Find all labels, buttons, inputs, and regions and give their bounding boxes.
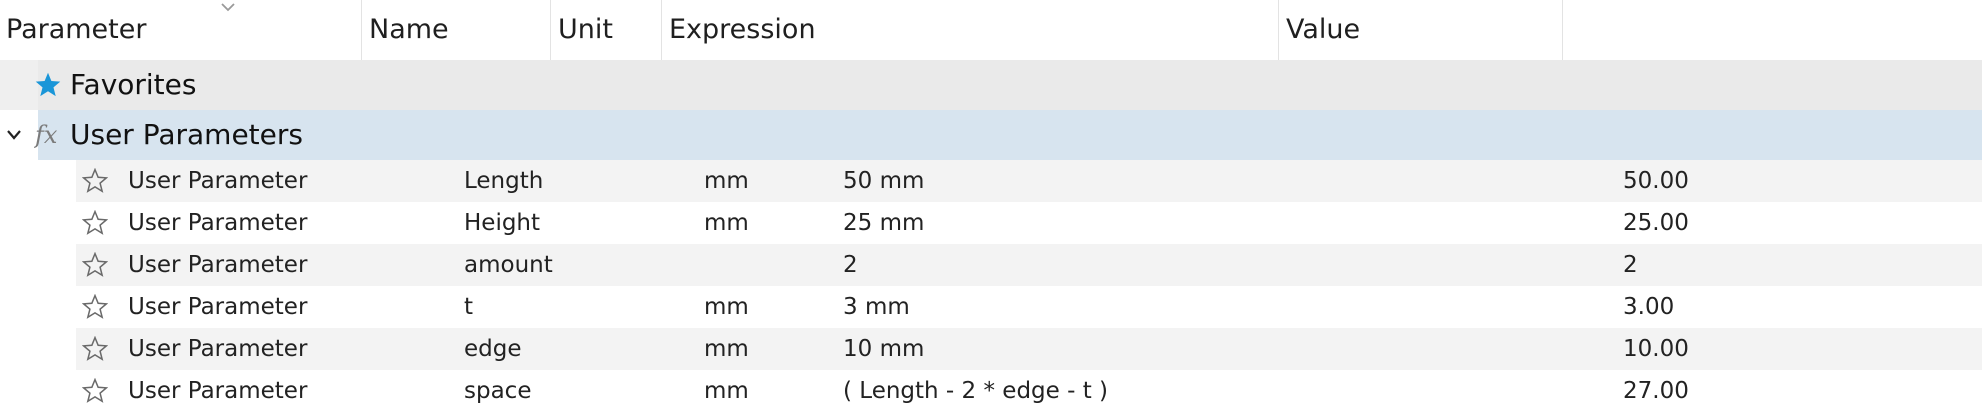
favorite-star-outline-icon[interactable] xyxy=(82,336,108,362)
cell-name[interactable]: Height xyxy=(464,202,540,244)
cell-expression[interactable]: 10 mm xyxy=(843,328,924,370)
cell-value: 27.00 xyxy=(1623,378,1689,404)
cell-name[interactable]: amount xyxy=(464,244,553,286)
column-separator[interactable] xyxy=(361,0,362,60)
table-row[interactable]: User Parameter Length mm 50 mm 50.00 xyxy=(76,160,1982,202)
cell-name[interactable]: Length xyxy=(464,160,543,202)
cell-parameter: User Parameter xyxy=(128,294,308,320)
table-row[interactable]: User Parameter t mm 3 mm 3.00 xyxy=(76,286,1982,328)
cell-expression[interactable]: 50 mm xyxy=(843,160,924,202)
group-user-parameters[interactable]: fx User Parameters xyxy=(0,110,1982,160)
favorite-star-outline-icon[interactable] xyxy=(82,252,108,278)
column-separator[interactable] xyxy=(661,0,662,60)
table-row[interactable]: User Parameter Height mm 25 mm 25.00 xyxy=(76,202,1982,244)
cell-unit[interactable]: mm xyxy=(704,202,749,244)
cell-parameter: User Parameter xyxy=(128,252,308,278)
column-header-parameter[interactable]: Parameter xyxy=(6,0,146,60)
column-header-expression[interactable]: Expression xyxy=(669,0,816,60)
group-favorites-background xyxy=(38,60,1982,110)
parameters-table: Parameter Name Unit Expression Value Fav… xyxy=(0,0,1982,413)
cell-parameter: User Parameter xyxy=(128,378,308,404)
star-filled-icon xyxy=(35,72,61,97)
sort-chevron-down-icon[interactable] xyxy=(220,2,236,12)
cell-unit[interactable]: mm xyxy=(704,370,749,412)
cell-parameter: User Parameter xyxy=(128,168,308,194)
column-header-unit[interactable]: Unit xyxy=(558,0,613,60)
favorite-star-outline-icon[interactable] xyxy=(82,210,108,236)
column-separator[interactable] xyxy=(1278,0,1279,60)
fx-icon: fx xyxy=(34,121,58,149)
favorite-star-outline-icon[interactable] xyxy=(82,378,108,404)
svg-text:fx: fx xyxy=(34,121,58,149)
cell-value: 10.00 xyxy=(1623,336,1689,362)
column-separator[interactable] xyxy=(1562,0,1563,60)
table-header: Parameter Name Unit Expression Value xyxy=(0,0,1982,60)
column-header-value[interactable]: Value xyxy=(1286,0,1360,60)
favorite-star-outline-icon[interactable] xyxy=(82,294,108,320)
table-row[interactable]: User Parameter amount 2 2 xyxy=(76,244,1982,286)
cell-value: 25.00 xyxy=(1623,210,1689,236)
cell-expression[interactable]: 3 mm xyxy=(843,286,910,328)
chevron-down-icon[interactable] xyxy=(6,128,22,142)
cell-value: 2 xyxy=(1623,252,1638,278)
cell-expression[interactable]: 2 xyxy=(843,244,858,286)
column-separator[interactable] xyxy=(550,0,551,60)
cell-name[interactable]: edge xyxy=(464,328,522,370)
favorite-star-outline-icon[interactable] xyxy=(82,168,108,194)
cell-name[interactable]: space xyxy=(464,370,531,412)
cell-name[interactable]: t xyxy=(464,286,473,328)
cell-parameter: User Parameter xyxy=(128,210,308,236)
group-favorites[interactable]: Favorites xyxy=(0,60,1982,110)
table-row[interactable]: User Parameter space mm ( Length - 2 * e… xyxy=(76,370,1982,412)
group-user-parameters-label: User Parameters xyxy=(70,118,303,151)
cell-value: 3.00 xyxy=(1623,294,1675,320)
cell-parameter: User Parameter xyxy=(128,336,308,362)
column-header-name[interactable]: Name xyxy=(369,0,449,60)
table-row[interactable]: User Parameter edge mm 10 mm 10.00 xyxy=(76,328,1982,370)
group-favorites-label: Favorites xyxy=(70,68,197,101)
cell-unit[interactable]: mm xyxy=(704,328,749,370)
cell-unit[interactable]: mm xyxy=(704,160,749,202)
cell-unit[interactable]: mm xyxy=(704,286,749,328)
cell-value: 50.00 xyxy=(1623,168,1689,194)
cell-expression[interactable]: 25 mm xyxy=(843,202,924,244)
cell-expression[interactable]: ( Length - 2 * edge - t ) xyxy=(843,370,1108,412)
group-user-background xyxy=(38,110,1982,160)
